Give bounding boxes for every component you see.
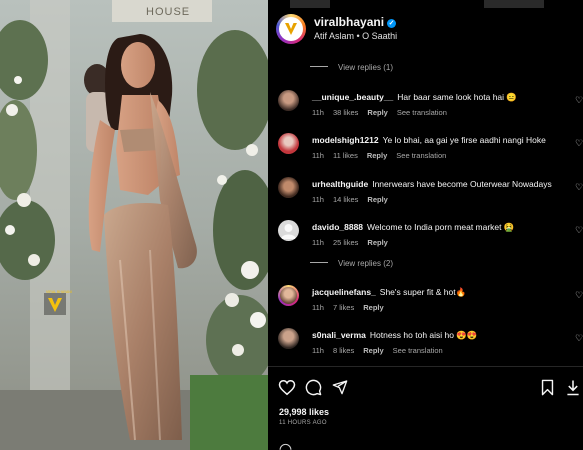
comment-username[interactable]: s0nali_verma [312, 330, 366, 340]
reply-button[interactable]: Reply [367, 151, 387, 160]
comment-username[interactable]: jacquelinefans_ [312, 287, 376, 297]
comment-icon[interactable] [305, 379, 322, 396]
avatar[interactable] [276, 14, 306, 44]
comment-item: modelshigh1212 Ye lo bhai, aa gai ye firs… [278, 132, 583, 172]
see-translation-button[interactable]: See translation [393, 346, 443, 355]
comment-username[interactable]: urhealthguide [312, 179, 368, 189]
replies-line [310, 66, 328, 67]
comment-item: __unique_.beauty__ Har baar same look hot… [278, 89, 583, 129]
post-timestamp: 11 HOURS AGO [279, 420, 327, 426]
share-icon[interactable] [332, 379, 348, 395]
comment-heart-icon[interactable]: ♡ [575, 138, 583, 149]
comments-panel: viralbhayani ✓ Atif Aslam • O Saathi View… [268, 0, 583, 450]
comment-item: urhealthguide Innerwears have become Oute… [278, 176, 583, 216]
comment-text: Innerwears have become Outerwear Nowaday… [372, 179, 552, 189]
comment-likes[interactable]: 38 likes [333, 108, 358, 117]
story-avatar-inner [280, 287, 297, 304]
view-replies-button[interactable]: View replies (2) [310, 259, 393, 268]
comment-heart-icon[interactable]: ♡ [575, 333, 583, 344]
comment-likes[interactable]: 7 likes [333, 303, 354, 312]
comment-heart-icon[interactable]: ♡ [575, 95, 583, 106]
comment-heart-icon[interactable]: ♡ [575, 182, 583, 193]
reply-button[interactable]: Reply [367, 108, 387, 117]
watermark-text: VIRAL BHAYANI [46, 290, 72, 294]
heart-icon[interactable] [278, 379, 296, 396]
replies-line [310, 262, 328, 263]
comment-item: s0nali_verma Hotness ho toh aisi ho 😍😍 11… [278, 327, 583, 367]
action-bar [278, 379, 583, 399]
default-user-icon [281, 224, 296, 239]
comment-username[interactable]: davido_8888 [312, 222, 363, 232]
comment-username[interactable]: modelshigh1212 [312, 135, 379, 145]
post-photo: HOUSE VIRAL BHAYANI [0, 0, 268, 450]
view-replies-label[interactable]: View replies (2) [338, 259, 393, 268]
watermark-logo [44, 293, 66, 315]
audio-track[interactable]: Atif Aslam • O Saathi [314, 31, 397, 41]
comment-time: 11h [312, 108, 324, 117]
comment-heart-icon[interactable]: ♡ [575, 290, 583, 301]
comment-text: Ye lo bhai, aa gai ye firse aadhi nangi … [382, 135, 546, 145]
top-edge-thumb [484, 0, 544, 8]
bottom-bar [268, 440, 583, 450]
comment-likes[interactable]: 25 likes [333, 238, 358, 247]
comment-time: 11h [312, 303, 324, 312]
reply-button[interactable]: Reply [367, 238, 387, 247]
comment-avatar[interactable] [278, 328, 299, 349]
comment-time: 11h [312, 346, 324, 355]
comment-text: Hotness ho toh aisi ho 😍😍 [369, 330, 478, 340]
comment-likes[interactable]: 14 likes [333, 195, 358, 204]
comment-avatar[interactable] [278, 133, 299, 154]
comment-username[interactable]: __unique_.beauty__ [312, 92, 393, 102]
comment-item: jacquelinefans_ She's super fit & hot🔥 11… [278, 284, 583, 324]
comment-avatar[interactable] [278, 90, 299, 111]
backdrop-sign: HOUSE [146, 6, 190, 18]
comment-likes[interactable]: 11 likes [333, 151, 358, 160]
top-edge-thumb [290, 0, 330, 8]
comment-text: She's super fit & hot🔥 [379, 287, 467, 297]
comment-time: 11h [312, 195, 324, 204]
post-header: viralbhayani ✓ Atif Aslam • O Saathi [276, 12, 576, 48]
view-replies-label[interactable]: View replies (1) [338, 63, 393, 72]
post-username[interactable]: viralbhayani ✓ [314, 15, 397, 29]
comment-likes[interactable]: 8 likes [333, 346, 354, 355]
see-translation-button[interactable]: See translation [397, 108, 447, 117]
download-icon[interactable] [566, 379, 580, 396]
verified-icon: ✓ [387, 19, 397, 28]
save-icon[interactable] [541, 379, 554, 396]
reply-button[interactable]: Reply [367, 195, 387, 204]
comment-item: davido_8888 Welcome to India porn meat ma… [278, 219, 583, 259]
see-translation-button[interactable]: See translation [396, 151, 446, 160]
divider [268, 366, 583, 367]
view-replies-button[interactable]: View replies (1) [310, 63, 393, 72]
reply-button[interactable]: Reply [363, 303, 383, 312]
comment-avatar[interactable] [278, 220, 299, 241]
post-image[interactable]: HOUSE VIRAL BHAYANI [0, 0, 268, 450]
username-text[interactable]: viralbhayani [314, 15, 384, 29]
comment-text: Har baar same look hota hai 😑 [397, 92, 517, 102]
likes-count[interactable]: 29,998 likes [279, 407, 329, 417]
comment-text: Welcome to India porn meat market 🤮 [367, 222, 515, 232]
comment-time: 11h [312, 151, 324, 160]
viral-logo-icon [285, 23, 297, 35]
comment-time: 11h [312, 238, 324, 247]
comment-heart-icon[interactable]: ♡ [575, 225, 583, 236]
reply-button[interactable]: Reply [363, 346, 383, 355]
emoji-icon[interactable] [279, 442, 292, 450]
comment-avatar[interactable] [278, 177, 299, 198]
comment-avatar[interactable] [278, 285, 299, 306]
